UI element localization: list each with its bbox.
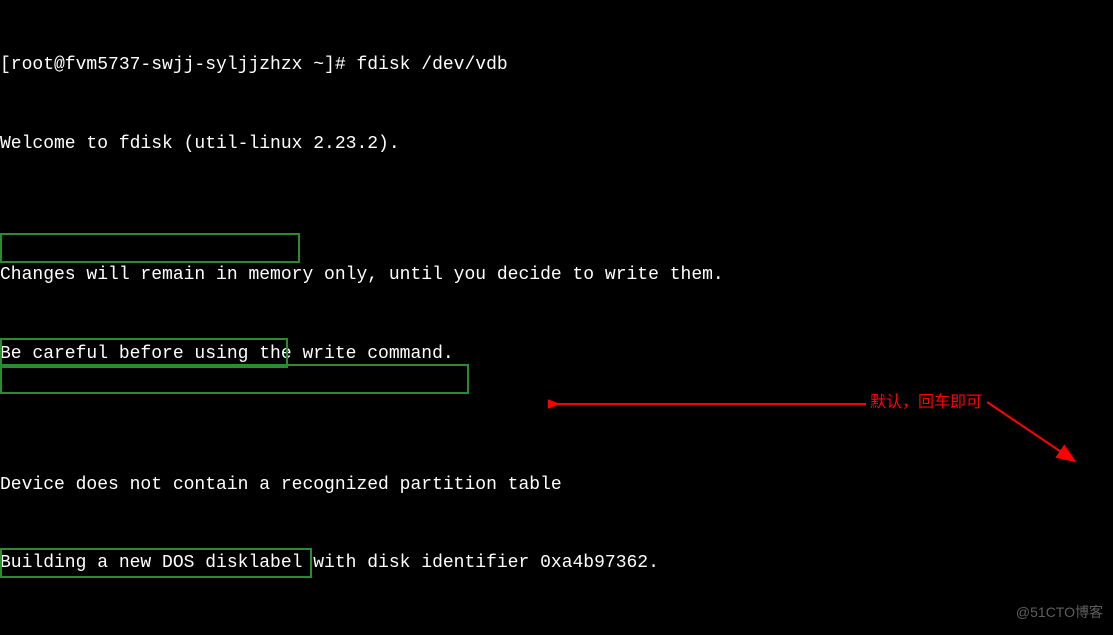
annotation-arrow-1 — [548, 395, 868, 413]
terminal-line: Changes will remain in memory only, unti… — [0, 262, 1113, 288]
watermark: @51CTO博客 — [1016, 599, 1103, 625]
terminal-line: Device does not contain a recognized par… — [0, 472, 1113, 498]
terminal-line: Welcome to fdisk (util-linux 2.23.2). — [0, 131, 1113, 157]
highlight-partition-number — [0, 364, 469, 394]
annotation-default-enter: 默认，回车即可 — [870, 390, 982, 416]
terminal-line: Be careful before using the write comman… — [0, 341, 1113, 367]
terminal-line: Building a new DOS disklabel with disk i… — [0, 550, 1113, 576]
terminal-line: [root@fvm5737-swjj-syljjzhzx ~]# fdisk /… — [0, 52, 1113, 78]
highlight-command-n — [0, 233, 300, 263]
terminal-window[interactable]: [root@fvm5737-swjj-syljjzhzx ~]# fdisk /… — [0, 0, 1113, 635]
annotation-arrow-2 — [985, 400, 1080, 470]
